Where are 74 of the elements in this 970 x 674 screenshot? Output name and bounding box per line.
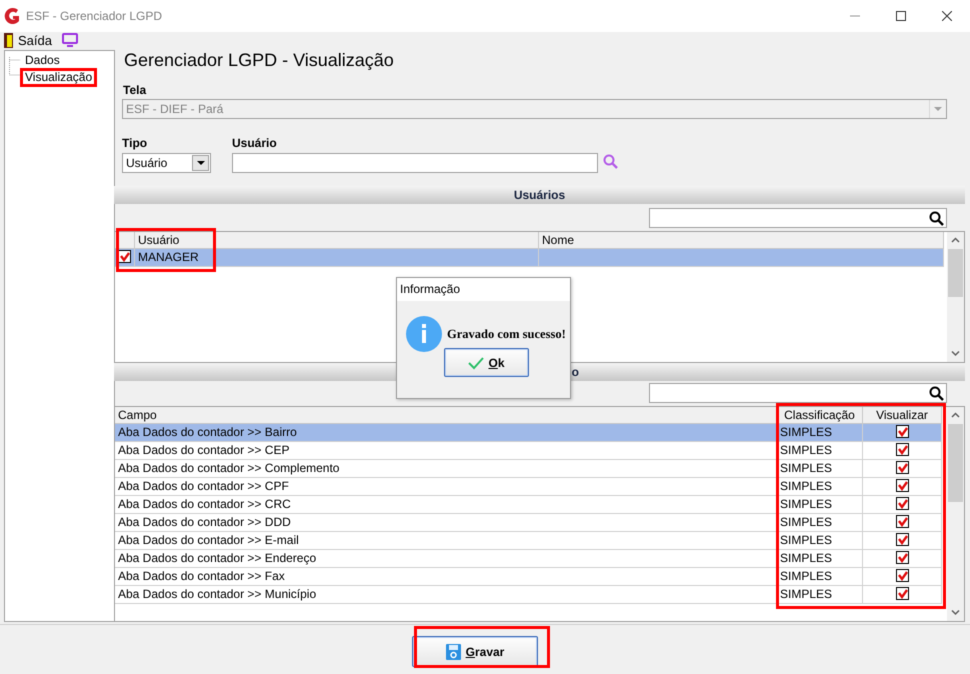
checkbox[interactable] bbox=[896, 479, 908, 492]
table-cell: SIMPLES bbox=[777, 568, 863, 586]
scroll-up-icon[interactable] bbox=[951, 237, 960, 244]
door-icon bbox=[4, 32, 13, 48]
section-header: Usuários bbox=[114, 186, 965, 204]
type-dropdown[interactable]: Usuário bbox=[122, 153, 211, 173]
column-header[interactable]: Usuário bbox=[135, 232, 539, 249]
table-cell: SIMPLES bbox=[777, 532, 863, 550]
page-heading: Gerenciador LGPD - Visualização bbox=[123, 50, 395, 68]
table-cell: SIMPLES bbox=[777, 514, 863, 532]
table-cell: SIMPLES bbox=[777, 550, 863, 568]
scroll-down-icon[interactable] bbox=[951, 350, 960, 357]
field-label: Usuário bbox=[232, 136, 278, 150]
table-cell: MANAGER bbox=[135, 249, 539, 267]
column-header[interactable]: Visualizar bbox=[863, 407, 942, 424]
checkbox[interactable] bbox=[896, 551, 908, 564]
column-header[interactable]: Classificação bbox=[777, 407, 863, 424]
table-cell: Aba Dados do contador >> DDD bbox=[115, 514, 777, 532]
checkbox[interactable] bbox=[896, 443, 908, 456]
checkbox[interactable] bbox=[118, 250, 131, 264]
window-title: ESF - Gerenciador LGPD bbox=[26, 9, 162, 23]
table-cell: Aba Dados do contador >> Complemento bbox=[115, 460, 777, 478]
ok-button[interactable]: Ok bbox=[444, 348, 529, 377]
monitor-icon[interactable] bbox=[62, 33, 78, 47]
table-cell: Aba Dados do contador >> CRC bbox=[115, 496, 777, 514]
save-button[interactable]: Gravar bbox=[412, 636, 538, 667]
search-icon[interactable] bbox=[930, 386, 944, 400]
checkbox[interactable] bbox=[896, 569, 908, 582]
table-cell: SIMPLES bbox=[777, 424, 863, 442]
exit-menu-item[interactable]: Saída bbox=[4, 32, 52, 48]
app-logo-icon bbox=[4, 7, 22, 25]
checkbox[interactable] bbox=[896, 587, 908, 600]
scrollbar[interactable] bbox=[947, 407, 964, 621]
tree-lines bbox=[9, 57, 21, 76]
checkbox[interactable] bbox=[896, 425, 908, 438]
field-label: Tela bbox=[123, 83, 148, 97]
table-cell: Aba Dados do contador >> E-mail bbox=[115, 532, 777, 550]
tree-item[interactable]: Dados bbox=[20, 51, 65, 70]
table-cell: SIMPLES bbox=[777, 478, 863, 496]
table-cell: SIMPLES bbox=[777, 496, 863, 514]
search-field[interactable] bbox=[649, 208, 947, 228]
scroll-down-icon[interactable] bbox=[951, 609, 960, 616]
checkbox[interactable] bbox=[896, 461, 908, 474]
table-cell: Aba Dados do contador >> Município bbox=[115, 586, 777, 604]
info-icon bbox=[406, 316, 442, 352]
user-input-field[interactable] bbox=[232, 153, 598, 173]
scroll-up-icon[interactable] bbox=[951, 412, 960, 419]
scroll-thumb[interactable] bbox=[948, 249, 963, 297]
search-icon[interactable] bbox=[930, 211, 944, 226]
table-cell: SIMPLES bbox=[777, 442, 863, 460]
table-cell: Aba Dados do contador >> Bairro bbox=[115, 424, 777, 442]
dropdown-arrow-icon[interactable] bbox=[196, 161, 204, 165]
tree-item[interactable]: Visualização bbox=[20, 68, 98, 87]
field-label: Tipo bbox=[122, 136, 148, 150]
scrollbar[interactable] bbox=[947, 232, 964, 362]
close-icon[interactable] bbox=[942, 11, 952, 21]
search-field[interactable] bbox=[649, 383, 947, 403]
table-cell: Aba Dados do contador >> Fax bbox=[115, 568, 777, 586]
column-header[interactable]: Nome bbox=[539, 232, 944, 249]
checkbox[interactable] bbox=[896, 497, 908, 510]
dialog-message: Gravado com sucesso! bbox=[447, 327, 566, 342]
section-header-text: o bbox=[572, 364, 579, 381]
dialog-title: Informação bbox=[397, 278, 570, 301]
checkbox[interactable] bbox=[896, 515, 908, 528]
table-cell: SIMPLES bbox=[777, 460, 863, 478]
table-cell: Aba Dados do contador >> CEP bbox=[115, 442, 777, 460]
checkbox[interactable] bbox=[896, 533, 908, 546]
scroll-thumb[interactable] bbox=[948, 424, 963, 502]
maximize-icon[interactable] bbox=[896, 11, 906, 21]
check-icon bbox=[468, 356, 484, 370]
table-cell: Aba Dados do contador >> CPF bbox=[115, 478, 777, 496]
table-cell: Aba Dados do contador >> Endereço bbox=[115, 550, 777, 568]
table-cell: SIMPLES bbox=[777, 586, 863, 604]
column-header[interactable]: Campo bbox=[115, 407, 777, 424]
